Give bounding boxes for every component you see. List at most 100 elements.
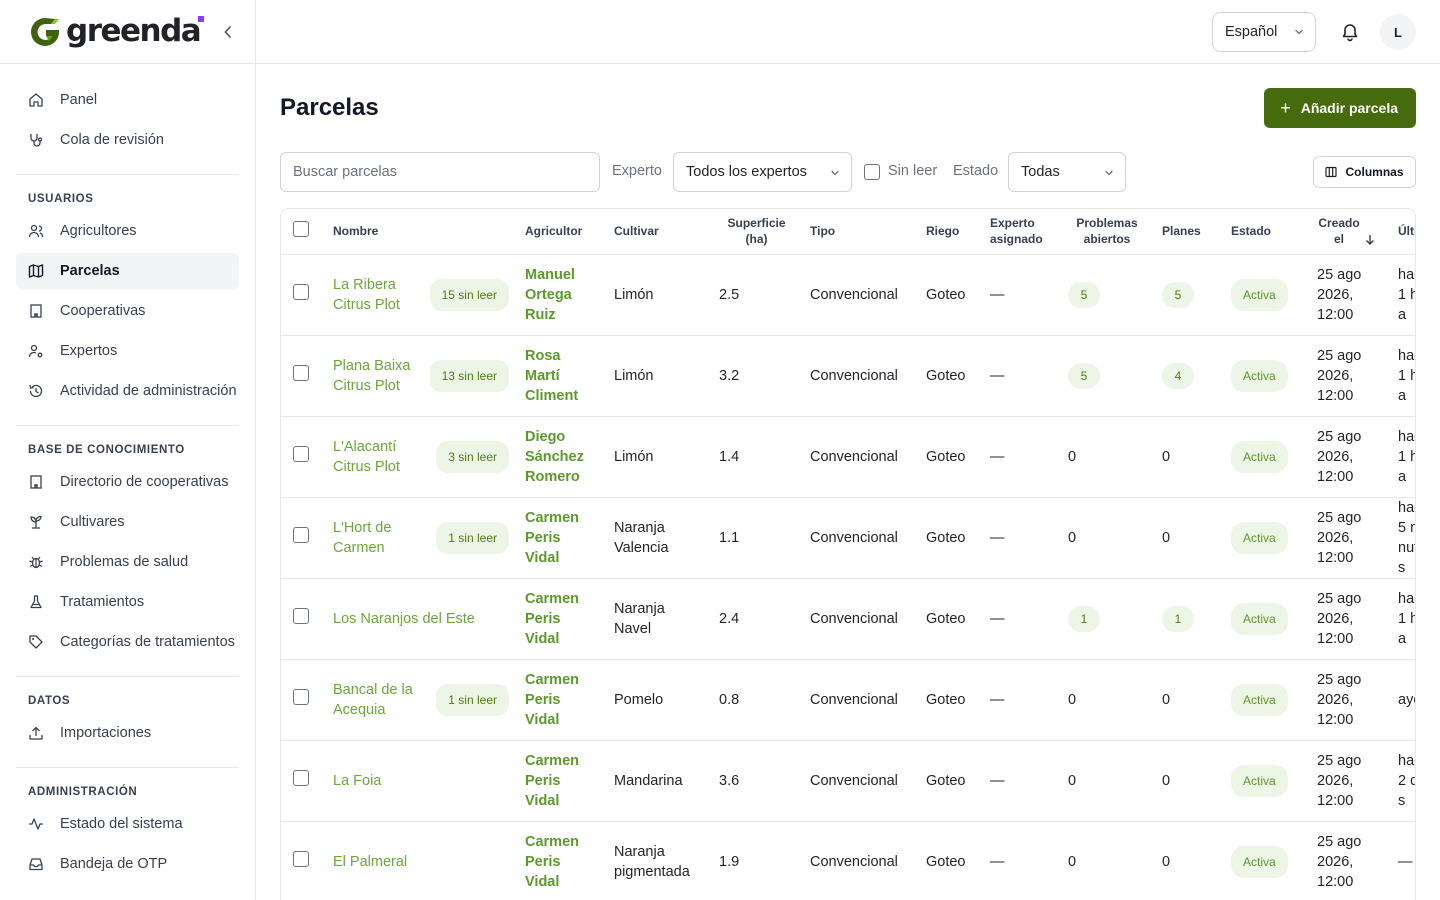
- sidebar-item-expertos[interactable]: Expertos: [16, 333, 239, 369]
- unread-label[interactable]: Sin leer: [888, 163, 937, 179]
- sidebar-item-actividad-de-administracion[interactable]: Actividad de administración: [16, 373, 239, 409]
- created-cell: 25 ago 2026, 12:00: [1309, 416, 1390, 498]
- created-cell: 25 ago 2026, 12:00: [1309, 578, 1390, 660]
- stethoscope-icon: [28, 132, 44, 148]
- table-row[interactable]: Los Naranjos del Este Carmen Peris Vidal…: [281, 578, 1415, 660]
- header-ultima-actividad[interactable]: Última actividad: [1390, 209, 1415, 255]
- table-row[interactable]: Bancal de la Acequia 1 sin leer Carmen P…: [281, 659, 1415, 741]
- sidebar-item-bandeja-de-otp[interactable]: Bandeja de OTP: [16, 846, 239, 882]
- nav-group-title: DATOS: [28, 695, 71, 707]
- header-creado-label: Creado el: [1318, 216, 1360, 247]
- language-select[interactable]: Español: [1212, 12, 1316, 52]
- farmer-link[interactable]: Carmen Peris Vidal: [525, 672, 579, 728]
- row-checkbox[interactable]: [293, 283, 309, 300]
- header-superficie[interactable]: Superficie (ha): [711, 209, 802, 255]
- parcel-name-link[interactable]: La Foia: [333, 771, 381, 791]
- unread-checkbox[interactable]: [864, 164, 880, 180]
- row-checkbox[interactable]: [293, 445, 309, 462]
- expert-cell: —: [982, 821, 1060, 900]
- header-riego[interactable]: Riego: [918, 209, 982, 255]
- brand-dot: [198, 16, 204, 22]
- parcel-name-link[interactable]: L'Alacantí Citrus Plot: [333, 437, 428, 477]
- last-activity-cell: hace 1 hora: [1390, 416, 1415, 498]
- sidebar-item-categorias-de-tratamientos[interactable]: Categorías de tratamientos: [16, 624, 239, 660]
- expert-select[interactable]: Todos los expertos: [673, 152, 852, 192]
- last-activity-cell: hace 1 hora: [1390, 335, 1415, 417]
- sidebar-item-cola-de-revision[interactable]: Cola de revisión: [16, 122, 239, 158]
- avatar[interactable]: L: [1380, 14, 1416, 50]
- parcel-name-link[interactable]: La Ribera Citrus Plot: [333, 275, 422, 315]
- table-header-row: Nombre Agricultor Cultivar Superficie (h…: [281, 209, 1415, 255]
- sidebar-item-label: Cola de revisión: [60, 132, 164, 148]
- area-cell: 3.2: [711, 335, 802, 417]
- last-activity-cell: hace 2 días: [1390, 740, 1415, 822]
- farmer-link[interactable]: Carmen Peris Vidal: [525, 591, 579, 647]
- row-checkbox[interactable]: [293, 769, 309, 786]
- sidebar-item-estado-del-sistema[interactable]: Estado del sistema: [16, 806, 239, 842]
- farmer-link[interactable]: Manuel Ortega Ruiz: [525, 267, 575, 323]
- row-checkbox[interactable]: [293, 607, 309, 624]
- sidebar-item-tratamientos[interactable]: Tratamientos: [16, 584, 239, 620]
- sidebar-item-label: Categorías de tratamientos: [60, 634, 235, 650]
- created-cell: 25 ago 2026, 12:00: [1309, 497, 1390, 579]
- table-row[interactable]: L'Hort de Carmen 1 sin leer Carmen Peris…: [281, 497, 1415, 579]
- header-experto[interactable]: Experto asignado: [982, 209, 1060, 255]
- table-row[interactable]: La Foia Carmen Peris Vidal Mandarina 3.6…: [281, 740, 1415, 822]
- sidebar-item-cooperativas[interactable]: Cooperativas: [16, 293, 239, 329]
- type-cell: Convencional: [802, 821, 918, 900]
- irrigation-cell: Goteo: [918, 416, 982, 498]
- header-estado[interactable]: Estado: [1223, 209, 1309, 255]
- farmer-link[interactable]: Diego Sánchez Romero: [525, 429, 584, 485]
- sidebar-item-parcelas[interactable]: Parcelas: [16, 253, 239, 289]
- table-row[interactable]: El Palmeral Carmen Peris Vidal Naranja p…: [281, 821, 1415, 900]
- table-row[interactable]: L'Alacantí Citrus Plot 3 sin leer Diego …: [281, 416, 1415, 498]
- parcel-name-link[interactable]: El Palmeral: [333, 852, 407, 872]
- farmer-link[interactable]: Carmen Peris Vidal: [525, 753, 579, 809]
- table-row[interactable]: Plana Baixa Citrus Plot 13 sin leer Rosa…: [281, 335, 1415, 417]
- status-badge: Activa: [1231, 764, 1288, 797]
- parcel-name-link[interactable]: Plana Baixa Citrus Plot: [333, 356, 422, 396]
- open-problems-value: 0: [1068, 691, 1077, 708]
- expert-cell: —: [982, 254, 1060, 336]
- select-all-checkbox[interactable]: [293, 221, 309, 238]
- farmer-link[interactable]: Rosa Martí Climent: [525, 348, 578, 404]
- parcel-name-link[interactable]: L'Hort de Carmen: [333, 518, 428, 558]
- sidebar-item-agricultores[interactable]: Agricultores: [16, 213, 239, 249]
- header-nombre[interactable]: Nombre: [325, 209, 517, 255]
- status-select[interactable]: Todas: [1008, 152, 1126, 192]
- header-planes[interactable]: Planes: [1154, 209, 1223, 255]
- header-problemas[interactable]: Problemas abiertos: [1060, 209, 1154, 255]
- sidebar-item-label: Bandeja de OTP: [60, 856, 168, 872]
- header-creado[interactable]: Creado el: [1309, 209, 1390, 255]
- add-parcel-button[interactable]: + Añadir parcela: [1264, 88, 1416, 128]
- sidebar-item-problemas-de-salud[interactable]: Problemas de salud: [16, 544, 239, 580]
- parcel-name-link[interactable]: Bancal de la Acequia: [333, 680, 428, 720]
- cultivar-cell: Mandarina: [606, 740, 711, 822]
- status-badge: Activa: [1231, 359, 1288, 392]
- parcel-name-link[interactable]: Los Naranjos del Este: [333, 609, 475, 629]
- sidebar-item-importaciones[interactable]: Importaciones: [16, 715, 239, 751]
- sidebar-item-directorio-de-cooperativas[interactable]: Directorio de cooperativas: [16, 464, 239, 500]
- row-checkbox[interactable]: [293, 850, 309, 867]
- sidebar-item-panel[interactable]: Panel: [16, 82, 239, 118]
- sidebar-item-cultivares[interactable]: Cultivares: [16, 504, 239, 540]
- columns-button[interactable]: Columnas: [1313, 156, 1416, 188]
- search-input[interactable]: [280, 152, 600, 192]
- brand[interactable]: greenda: [0, 0, 255, 64]
- header-cultivar[interactable]: Cultivar: [606, 209, 711, 255]
- area-cell: 2.5: [711, 254, 802, 336]
- row-checkbox[interactable]: [293, 526, 309, 543]
- header-agricultor[interactable]: Agricultor: [517, 209, 606, 255]
- language-value: Español: [1225, 24, 1278, 40]
- farmer-link[interactable]: Carmen Peris Vidal: [525, 834, 579, 890]
- plans-value: 0: [1162, 772, 1171, 789]
- header-tipo[interactable]: Tipo: [802, 209, 918, 255]
- table-row[interactable]: La Ribera Citrus Plot 15 sin leer Manuel…: [281, 254, 1415, 336]
- area-cell: 1.1: [711, 497, 802, 579]
- open-problems-value: 0: [1068, 853, 1077, 870]
- row-checkbox[interactable]: [293, 364, 309, 381]
- notifications-bell-icon[interactable]: [1340, 22, 1360, 42]
- row-checkbox[interactable]: [293, 688, 309, 705]
- farmer-link[interactable]: Carmen Peris Vidal: [525, 510, 579, 566]
- collapse-sidebar-button[interactable]: [220, 22, 236, 42]
